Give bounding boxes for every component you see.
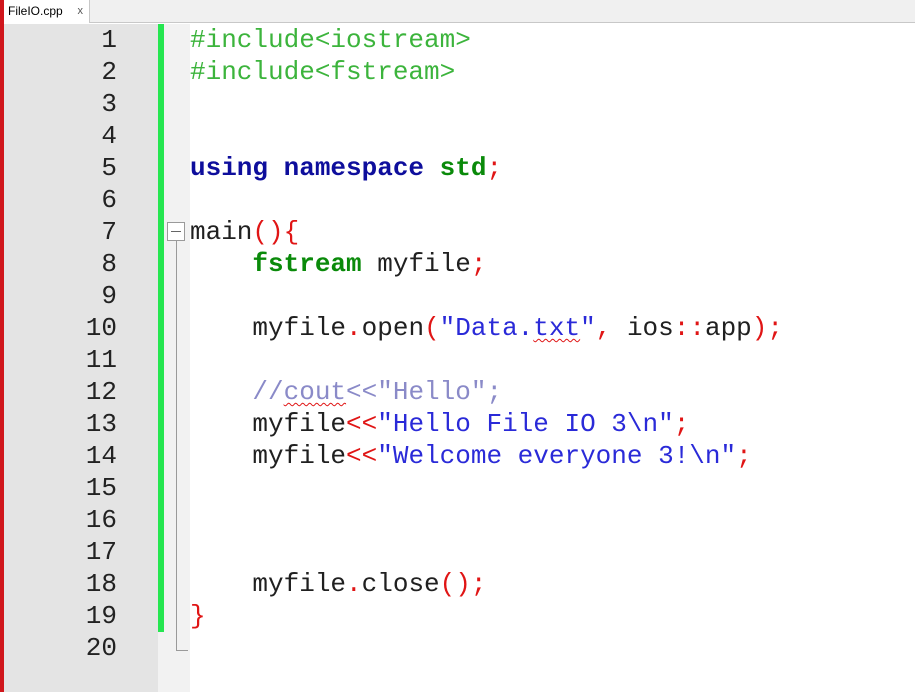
- code-line[interactable]: 18 myfile.close();: [0, 568, 915, 600]
- tab-title: FileIO.cpp: [8, 4, 63, 18]
- code-token: myfile: [190, 569, 347, 599]
- code-line[interactable]: 6: [0, 184, 915, 216]
- code-token: .: [346, 313, 362, 343]
- line-number: 15: [85, 473, 117, 503]
- code-token: ;: [673, 409, 690, 439]
- tab-bar: FileIO.cpp x: [4, 0, 915, 23]
- code-token: <<: [346, 409, 378, 439]
- close-icon[interactable]: x: [78, 0, 84, 23]
- code-line[interactable]: 19}: [0, 600, 915, 632]
- code-token: (){: [252, 217, 300, 247]
- code-line[interactable]: 8 fstream myfile;: [0, 248, 915, 280]
- line-number: 9: [101, 281, 117, 311]
- code-token: myfile: [361, 249, 471, 279]
- line-number: 6: [101, 185, 117, 215]
- code-line[interactable]: 9: [0, 280, 915, 312]
- line-number: 13: [85, 409, 117, 439]
- code-line[interactable]: 10 myfile.open("Data.txt", ios::app);: [0, 312, 915, 344]
- code-text[interactable]: myfile.open("Data.txt", ios::app);: [190, 312, 783, 344]
- code-token: <<"Hello";: [346, 377, 503, 407]
- line-number: 1: [101, 25, 117, 55]
- code-token: );: [751, 313, 783, 343]
- code-line[interactable]: 4: [0, 120, 915, 152]
- code-text[interactable]: //cout<<"Hello";: [190, 376, 502, 408]
- line-number: 16: [85, 505, 117, 535]
- code-line[interactable]: 16: [0, 504, 915, 536]
- code-line[interactable]: 3: [0, 88, 915, 120]
- line-number: 12: [85, 377, 117, 407]
- code-token: "Welcome everyone 3!\n": [377, 441, 737, 471]
- code-line[interactable]: 11: [0, 344, 915, 376]
- line-number: 11: [85, 345, 117, 375]
- code-text[interactable]: }: [190, 600, 206, 632]
- code-token: ,: [595, 313, 627, 343]
- code-line[interactable]: 1 #include<iostream>: [0, 24, 915, 56]
- code-text[interactable]: #include<fstream>: [190, 56, 455, 88]
- code-text[interactable]: using namespace std;: [190, 152, 502, 184]
- code-token: myfile: [190, 313, 347, 343]
- line-number: 5: [101, 153, 117, 183]
- code-token: (: [424, 313, 440, 343]
- code-text[interactable]: #include<iostream>: [190, 24, 471, 56]
- code-text[interactable]: myfile<<"Hello File IO 3\n";: [190, 408, 689, 440]
- code-line[interactable]: 7 main(){: [0, 216, 915, 248]
- code-token: #include<iostream>: [190, 25, 471, 55]
- code-line[interactable]: 20: [0, 632, 915, 664]
- code-token: <<: [346, 441, 378, 471]
- code-token: open: [361, 313, 425, 343]
- code-token: std: [439, 153, 487, 183]
- code-line[interactable]: 15: [0, 472, 915, 504]
- code-token: ": [580, 313, 596, 343]
- code-token: .: [346, 569, 362, 599]
- code-line[interactable]: 14 myfile<<"Welcome everyone 3!\n";: [0, 440, 915, 472]
- code-token: #include<fstream>: [190, 57, 456, 87]
- code-line[interactable]: 5 using namespace std;: [0, 152, 915, 184]
- line-number: 8: [101, 249, 117, 279]
- code-token: txt: [533, 313, 581, 343]
- line-number: 17: [85, 537, 117, 567]
- code-text[interactable]: fstream myfile;: [190, 248, 486, 280]
- line-number: 18: [85, 569, 117, 599]
- code-token: main: [190, 217, 253, 247]
- code-token: ();: [439, 569, 487, 599]
- code-line[interactable]: 13 myfile<<"Hello File IO 3\n";: [0, 408, 915, 440]
- line-number: 3: [101, 89, 117, 119]
- code-token: //: [190, 377, 284, 407]
- code-text[interactable]: myfile.close();: [190, 568, 486, 600]
- code-token: ios: [626, 313, 674, 343]
- code-token: app: [704, 313, 752, 343]
- line-number: 2: [101, 57, 117, 87]
- code-token: }: [190, 601, 206, 631]
- code-line[interactable]: 12 //cout<<"Hello";: [0, 376, 915, 408]
- code-line[interactable]: 17: [0, 536, 915, 568]
- line-number: 10: [85, 313, 117, 343]
- code-text[interactable]: myfile<<"Welcome everyone 3!\n";: [190, 440, 752, 472]
- code-text[interactable]: main(){: [190, 216, 299, 248]
- code-token: myfile: [190, 409, 347, 439]
- code-token: using namespace: [190, 153, 440, 183]
- code-token: close: [361, 569, 440, 599]
- line-number: 14: [85, 441, 117, 471]
- line-number: 20: [85, 633, 117, 663]
- line-number: 7: [101, 217, 117, 247]
- code-token: myfile: [190, 441, 347, 471]
- code-token: "Hello File IO 3\n": [377, 409, 674, 439]
- code-token: ;: [486, 153, 503, 183]
- code-line[interactable]: 2 #include<fstream>: [0, 56, 915, 88]
- code-token: cout: [283, 377, 347, 407]
- line-number: 19: [85, 601, 117, 631]
- code-token: ;: [736, 441, 752, 471]
- line-number: 4: [101, 121, 117, 151]
- tab-fileio[interactable]: FileIO.cpp x: [4, 0, 90, 23]
- code-token: ;: [470, 249, 487, 279]
- code-token: "Data.: [439, 313, 534, 343]
- code-token: ::: [673, 313, 705, 343]
- code-token: fstream: [252, 249, 362, 279]
